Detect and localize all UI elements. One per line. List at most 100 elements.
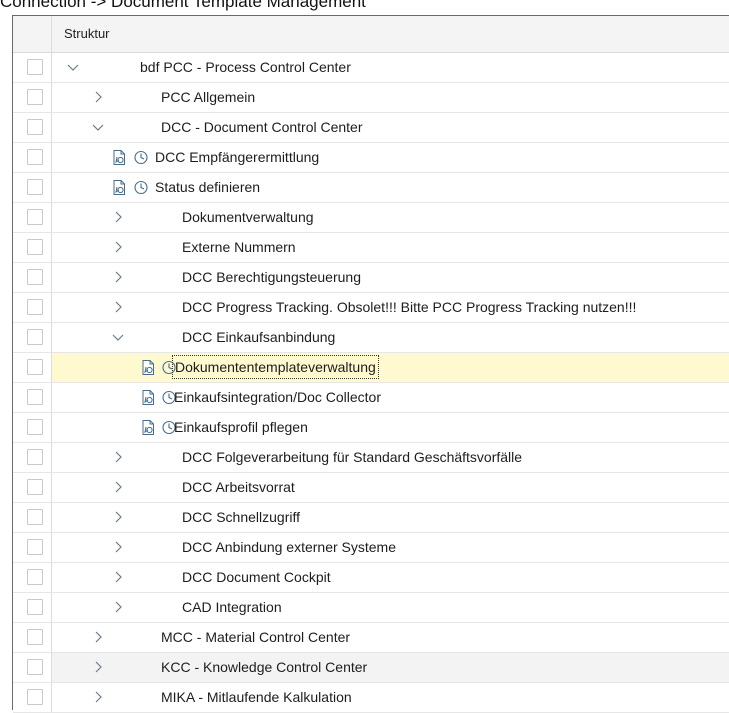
tree-node-label[interactable]: DCC Document Cockpit — [182, 563, 331, 592]
tree-row-mcc-material-control-center[interactable]: MCC - Material Control Center — [13, 623, 729, 653]
document-icon[interactable] — [111, 149, 127, 166]
tree-row-cad-integration[interactable]: CAD Integration — [13, 593, 729, 623]
tree-row-dcc-arbeitsvorrat[interactable]: DCC Arbeitsvorrat — [13, 473, 729, 503]
tree-row-dcc-einkaufsanbindung[interactable]: DCC Einkaufsanbindung — [13, 323, 729, 353]
chevron-right-icon[interactable] — [111, 450, 125, 464]
row-checkbox[interactable] — [27, 599, 43, 615]
tree-node-label[interactable]: DCC Folgeverarbeitung für Standard Gesch… — [182, 443, 522, 472]
tree-node-label[interactable]: CAD Integration — [182, 593, 282, 622]
row-checkbox[interactable] — [27, 539, 43, 555]
row-checkbox[interactable] — [27, 89, 43, 105]
tree-node-label[interactable]: bdf PCC - Process Control Center — [140, 53, 351, 82]
tree-row-dcc-progress-tracking-obsolet-bitte-pcc-[interactable]: DCC Progress Tracking. Obsolet!!! Bitte … — [13, 293, 729, 323]
chevron-right-icon[interactable] — [91, 90, 105, 104]
tree-node-label[interactable]: DCC Anbindung externer Systeme — [182, 533, 396, 562]
chevron-right-icon[interactable] — [111, 570, 125, 584]
row-checkbox[interactable] — [27, 449, 43, 465]
chevron-right-icon[interactable] — [111, 600, 125, 614]
tree-row-dcc-schnellzugriff[interactable]: DCC Schnellzugriff — [13, 503, 729, 533]
tree-node-label[interactable]: KCC - Knowledge Control Center — [161, 653, 367, 682]
tree-node-label[interactable]: PCC Allgemein — [161, 83, 255, 112]
tree-node-label[interactable]: DCC - Document Control Center — [161, 113, 363, 142]
row-selector-cell — [13, 593, 52, 622]
tree-row-dokumententemplateverwaltung[interactable]: Dokumententemplateverwaltung — [13, 353, 729, 383]
chevron-right-icon[interactable] — [111, 270, 125, 284]
tree-node-label[interactable]: DCC Schnellzugriff — [182, 503, 300, 532]
row-checkbox[interactable] — [27, 629, 43, 645]
chevron-right-icon[interactable] — [111, 240, 125, 254]
chevron-down-icon[interactable] — [111, 330, 125, 344]
row-checkbox[interactable] — [27, 479, 43, 495]
chevron-down-icon[interactable] — [91, 120, 105, 134]
tree-node-label[interactable]: Status definieren — [155, 173, 260, 202]
tree-node-label[interactable]: DCC Einkaufsanbindung — [182, 323, 335, 352]
row-checkbox[interactable] — [27, 389, 43, 405]
row-selector-cell — [13, 323, 52, 352]
tree-row-kcc-knowledge-control-center[interactable]: KCC - Knowledge Control Center — [13, 653, 729, 683]
row-checkbox[interactable] — [27, 119, 43, 135]
tree-node-label[interactable]: DCC Berechtigungsteuerung — [182, 263, 361, 292]
tree-row-dcc-empfängerermittlung[interactable]: DCC Empfängerermittlung — [13, 143, 729, 173]
chevron-right-icon[interactable] — [111, 480, 125, 494]
row-checkbox[interactable] — [27, 179, 43, 195]
tree-node-label[interactable]: Dokumententemplateverwaltung — [172, 355, 379, 379]
tree-row-dcc-folgeverarbeitung-für-standard-gesch[interactable]: DCC Folgeverarbeitung für Standard Gesch… — [13, 443, 729, 473]
tree-row-dcc-document-cockpit[interactable]: DCC Document Cockpit — [13, 563, 729, 593]
row-checkbox[interactable] — [27, 269, 43, 285]
tree-row-dcc-berechtigungsteuerung[interactable]: DCC Berechtigungsteuerung — [13, 263, 729, 293]
document-icon[interactable] — [111, 179, 127, 196]
row-selector-cell — [13, 263, 52, 292]
chevron-right-icon[interactable] — [91, 660, 105, 674]
row-selector-cell — [13, 233, 52, 262]
tree-row-einkaufsprofil-pflegen[interactable]: Einkaufsprofil pflegen — [13, 413, 729, 443]
row-selector-cell — [13, 203, 52, 232]
tree-node-label[interactable]: DCC Empfängerermittlung — [155, 143, 319, 172]
row-checkbox[interactable] — [27, 209, 43, 225]
document-icon[interactable] — [140, 359, 156, 376]
row-checkbox[interactable] — [27, 359, 43, 375]
row-selector-cell — [13, 533, 52, 562]
clock-icon[interactable] — [133, 179, 149, 196]
row-checkbox[interactable] — [27, 329, 43, 345]
tree-row-dcc-anbindung-externer-systeme[interactable]: DCC Anbindung externer Systeme — [13, 533, 729, 563]
chevron-right-icon[interactable] — [91, 630, 105, 644]
tree-row-pcc-allgemein[interactable]: PCC Allgemein — [13, 83, 729, 113]
row-checkbox[interactable] — [27, 659, 43, 675]
row-checkbox[interactable] — [27, 569, 43, 585]
document-icon[interactable] — [140, 419, 156, 436]
row-checkbox[interactable] — [27, 59, 43, 75]
tree-row-einkaufsintegration-doc-collector[interactable]: Einkaufsintegration/Doc Collector — [13, 383, 729, 413]
chevron-right-icon[interactable] — [91, 690, 105, 704]
tree-node-label[interactable]: DCC Arbeitsvorrat — [182, 473, 295, 502]
tree-node-label[interactable]: MCC - Material Control Center — [161, 623, 350, 652]
clock-icon[interactable] — [133, 149, 149, 166]
row-selector-cell — [13, 443, 52, 472]
row-selector-cell — [13, 383, 52, 412]
tree-node-label[interactable]: Einkaufsintegration/Doc Collector — [174, 383, 381, 412]
tree-node-label[interactable]: MIKA - Mitlaufende Kalkulation — [161, 683, 352, 712]
row-checkbox[interactable] — [27, 149, 43, 165]
chevron-right-icon[interactable] — [111, 510, 125, 524]
chevron-right-icon[interactable] — [111, 210, 125, 224]
row-checkbox[interactable] — [27, 509, 43, 525]
tree-row-externe-nummern[interactable]: Externe Nummern — [13, 233, 729, 263]
select-all-column[interactable] — [13, 16, 52, 52]
tree-row-bdf-pcc-process-control-center[interactable]: bdf PCC - Process Control Center — [13, 53, 729, 83]
tree-node-label[interactable]: Einkaufsprofil pflegen — [174, 413, 308, 442]
chevron-right-icon[interactable] — [111, 540, 125, 554]
chevron-down-icon[interactable] — [66, 60, 80, 74]
row-checkbox[interactable] — [27, 239, 43, 255]
tree-node-label[interactable]: Externe Nummern — [182, 233, 296, 262]
row-checkbox[interactable] — [27, 689, 43, 705]
row-selector-cell — [13, 563, 52, 592]
tree-node-label[interactable]: Dokumentverwaltung — [182, 203, 314, 232]
tree-row-dokumentverwaltung[interactable]: Dokumentverwaltung — [13, 203, 729, 233]
row-checkbox[interactable] — [27, 299, 43, 315]
structure-tree-table: Struktur bdf PCC - Process Control Cente… — [12, 15, 729, 713]
row-checkbox[interactable] — [27, 419, 43, 435]
tree-node-label[interactable]: DCC Progress Tracking. Obsolet!!! Bitte … — [182, 293, 636, 322]
tree-row-status-definieren[interactable]: Status definieren — [13, 173, 729, 203]
document-icon[interactable] — [140, 389, 156, 406]
chevron-right-icon[interactable] — [111, 300, 125, 314]
tree-row-dcc-document-control-center[interactable]: DCC - Document Control Center — [13, 113, 729, 143]
